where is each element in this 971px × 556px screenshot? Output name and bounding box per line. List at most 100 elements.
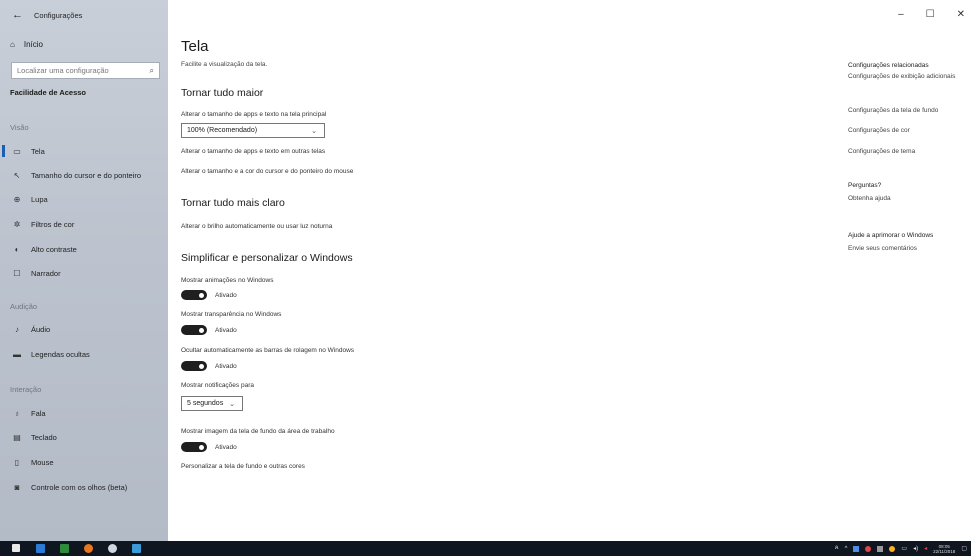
sidebar-item-label: Tamanho do cursor e do ponteiro bbox=[31, 170, 142, 180]
toggle-switch[interactable] bbox=[181, 290, 207, 300]
sidebar-item-label: Fala bbox=[31, 408, 46, 418]
link-background-settings[interactable]: Configurações da tela de fundo bbox=[848, 107, 963, 116]
search-icon[interactable]: ⌕ bbox=[150, 66, 154, 76]
sidebar-item-captions[interactable]: ▬ Legendas ocultas bbox=[0, 345, 168, 363]
scale-dropdown[interactable]: 100% (Recomendado) ⌄ bbox=[181, 123, 325, 138]
group-title-interaction: Interação bbox=[10, 385, 42, 394]
tray-app-icon[interactable] bbox=[853, 545, 860, 552]
animations-label: Mostrar animações no Windows bbox=[181, 277, 274, 284]
alert-icon[interactable]: ◂ bbox=[924, 545, 927, 552]
firefox-icon[interactable] bbox=[84, 544, 93, 553]
tray-app-icon[interactable] bbox=[877, 545, 884, 552]
home-icon: ⌂ bbox=[10, 40, 15, 49]
improve-title: Ajude a aprimorar o Windows bbox=[848, 232, 934, 239]
back-arrow-icon[interactable]: ← bbox=[12, 9, 23, 21]
keyboard-icon: ▤ bbox=[13, 432, 21, 442]
sidebar-item-high-contrast[interactable]: ◐ Alto contraste bbox=[0, 240, 168, 258]
sidebar-item-keyboard[interactable]: ▤ Teclado bbox=[0, 428, 168, 446]
sidebar-item-label: Filtros de cor bbox=[31, 219, 75, 229]
settings-window: ← Configurações – ☐ ✕ ⌂ Início ⌕ Facilid… bbox=[0, 0, 971, 541]
clock[interactable]: 08:05 22/11/2018 bbox=[933, 544, 955, 554]
sidebar-item-audio[interactable]: ♪ Áudio bbox=[0, 320, 168, 338]
magnifier-icon: ⊕ bbox=[13, 194, 21, 204]
sidebar-item-color-filters[interactable]: ✲ Filtros de cor bbox=[0, 215, 168, 233]
transparency-toggle[interactable]: Ativado bbox=[181, 325, 237, 335]
tray-app-icon[interactable] bbox=[889, 545, 896, 552]
sidebar-item-tela[interactable]: ▭ Tela bbox=[0, 142, 168, 160]
sidebar-item-cursor[interactable]: ↖ Tamanho do cursor e do ponteiro bbox=[0, 166, 168, 184]
related-settings-title: Configurações relacionadas bbox=[848, 62, 929, 69]
link-get-help[interactable]: Obtenha ajuda bbox=[848, 195, 963, 204]
sidebar-item-label: Áudio bbox=[31, 324, 51, 334]
heading-brighter: Tornar tudo mais claro bbox=[181, 197, 285, 209]
page-subtitle: Facilite a visualização da tela. bbox=[181, 61, 268, 68]
toggle-switch[interactable] bbox=[181, 442, 207, 452]
link-additional-display[interactable]: Configurações de exibição adicionais bbox=[848, 73, 963, 82]
window-controls: – ☐ ✕ bbox=[898, 9, 971, 20]
link-feedback[interactable]: Envie seus comentários bbox=[848, 245, 963, 254]
monitor-icon: ▭ bbox=[13, 146, 21, 156]
questions-title: Perguntas? bbox=[848, 182, 882, 189]
volume-icon[interactable]: ◂) bbox=[913, 545, 918, 552]
link-color-settings[interactable]: Configurações de cor bbox=[848, 127, 963, 136]
transparency-label: Mostrar transparência no Windows bbox=[181, 311, 282, 318]
notifications-icon[interactable]: ▢ bbox=[961, 545, 967, 552]
sidebar-item-mouse[interactable]: ▯ Mouse bbox=[0, 453, 168, 471]
taskbar: ጰ ^ ▭ ◂) ◂ 08:05 22/11/2018 ▢ bbox=[0, 541, 971, 556]
window-title: Configurações bbox=[34, 11, 83, 20]
tray-app-icon[interactable] bbox=[865, 545, 872, 552]
page-title: Tela bbox=[181, 38, 209, 55]
toggle-switch[interactable] bbox=[181, 325, 207, 335]
scale-value: 100% (Recomendado) bbox=[187, 127, 258, 134]
search-box[interactable]: ⌕ bbox=[11, 62, 160, 79]
network-icon[interactable]: ▭ bbox=[901, 545, 907, 552]
wallpaper-label: Mostrar imagem da tela de fundo da área … bbox=[181, 428, 335, 435]
sidebar-item-speech[interactable]: ♁ Fala bbox=[0, 404, 168, 422]
link-personalize[interactable]: Personalizar a tela de fundo e outras co… bbox=[181, 463, 305, 470]
sidebar-item-magnifier[interactable]: ⊕ Lupa bbox=[0, 190, 168, 208]
chevron-up-icon[interactable]: ^ bbox=[845, 546, 848, 552]
store-icon[interactable] bbox=[36, 544, 45, 553]
close-button[interactable]: ✕ bbox=[957, 9, 965, 20]
speaker-icon: ♪ bbox=[15, 324, 19, 334]
animations-toggle[interactable]: Ativado bbox=[181, 290, 237, 300]
sidebar-item-eye-control[interactable]: ◙ Controle com os olhos (beta) bbox=[0, 478, 168, 496]
group-title-vision: Visão bbox=[10, 123, 29, 132]
sidebar-item-label: Tela bbox=[31, 146, 45, 156]
cursor-icon: ↖ bbox=[13, 170, 21, 180]
nav-home[interactable]: ⌂ Início bbox=[10, 40, 43, 49]
group-title-hearing: Audição bbox=[10, 302, 38, 311]
link-cursor-size[interactable]: Alterar o tamanho e a cor do cursor e do… bbox=[181, 168, 353, 175]
toggle-state: Ativado bbox=[215, 362, 237, 370]
scrollbars-toggle[interactable]: Ativado bbox=[181, 361, 237, 371]
toggle-switch[interactable] bbox=[181, 361, 207, 371]
system-tray: ጰ ^ ▭ ◂) ◂ 08:05 22/11/2018 ▢ bbox=[835, 541, 967, 556]
maximize-button[interactable]: ☐ bbox=[926, 9, 935, 20]
app-window-icon[interactable] bbox=[132, 544, 141, 553]
sidebar-item-narrator[interactable]: ☐ Narrador bbox=[0, 264, 168, 282]
people-icon[interactable]: ጰ bbox=[835, 545, 839, 552]
notifications-label: Mostrar notificações para bbox=[181, 382, 254, 389]
sidebar-item-label: Controle com os olhos (beta) bbox=[31, 482, 128, 492]
title-bar: ← Configurações – ☐ ✕ bbox=[0, 0, 971, 32]
scrollbars-label: Ocultar automaticamente as barras de rol… bbox=[181, 347, 355, 354]
clock-date: 22/11/2018 bbox=[933, 548, 956, 554]
sidebar-item-label: Legendas ocultas bbox=[31, 349, 90, 359]
notifications-value: 5 segundos bbox=[187, 400, 224, 407]
link-brightness[interactable]: Alterar o brilho automaticamente ou usar… bbox=[181, 223, 332, 230]
app-checkmark-icon[interactable] bbox=[60, 544, 69, 553]
high-contrast-icon: ◐ bbox=[14, 244, 20, 254]
settings-gear-icon[interactable] bbox=[108, 544, 117, 553]
heading-bigger: Tornar tudo maior bbox=[181, 87, 264, 99]
link-other-screens[interactable]: Alterar o tamanho de apps e texto em out… bbox=[181, 148, 325, 155]
narrator-icon: ☐ bbox=[13, 268, 21, 278]
sidebar-item-label: Teclado bbox=[31, 432, 57, 442]
sidebar-item-label: Lupa bbox=[31, 194, 48, 204]
start-windows-icon[interactable] bbox=[12, 544, 20, 552]
link-theme-settings[interactable]: Configurações de tema bbox=[848, 148, 963, 157]
eye-control-icon: ◙ bbox=[14, 482, 20, 492]
wallpaper-toggle[interactable]: Ativado bbox=[181, 442, 237, 452]
search-input[interactable] bbox=[17, 66, 137, 75]
notifications-dropdown[interactable]: 5 segundos ⌄ bbox=[181, 396, 243, 411]
minimize-button[interactable]: – bbox=[898, 9, 904, 20]
